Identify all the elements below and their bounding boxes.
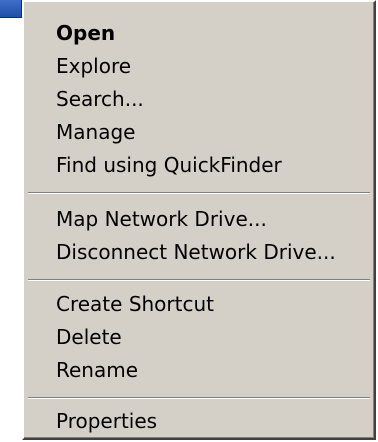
menu-item-map-network-drive[interactable]: Map Network Drive... bbox=[56, 202, 267, 236]
menu-item-explore[interactable]: Explore bbox=[56, 49, 131, 83]
menu-separator bbox=[28, 279, 370, 281]
menu-item-disconnect-network-drive[interactable]: Disconnect Network Drive... bbox=[56, 235, 336, 269]
menu-item-open[interactable]: Open bbox=[56, 16, 115, 50]
context-menu: Open Explore Search... Manage Find using… bbox=[22, 0, 376, 440]
menu-item-create-shortcut[interactable]: Create Shortcut bbox=[56, 287, 214, 321]
menu-item-properties[interactable]: Properties bbox=[56, 404, 157, 438]
menu-separator bbox=[28, 192, 370, 194]
menu-item-search[interactable]: Search... bbox=[56, 82, 144, 116]
menu-separator bbox=[28, 397, 370, 399]
menu-item-find-using-quickfinder[interactable]: Find using QuickFinder bbox=[56, 148, 282, 182]
menu-item-manage[interactable]: Manage bbox=[56, 115, 135, 149]
corner-icon bbox=[0, 0, 22, 18]
menu-item-delete[interactable]: Delete bbox=[56, 320, 122, 354]
menu-item-rename[interactable]: Rename bbox=[56, 353, 138, 387]
